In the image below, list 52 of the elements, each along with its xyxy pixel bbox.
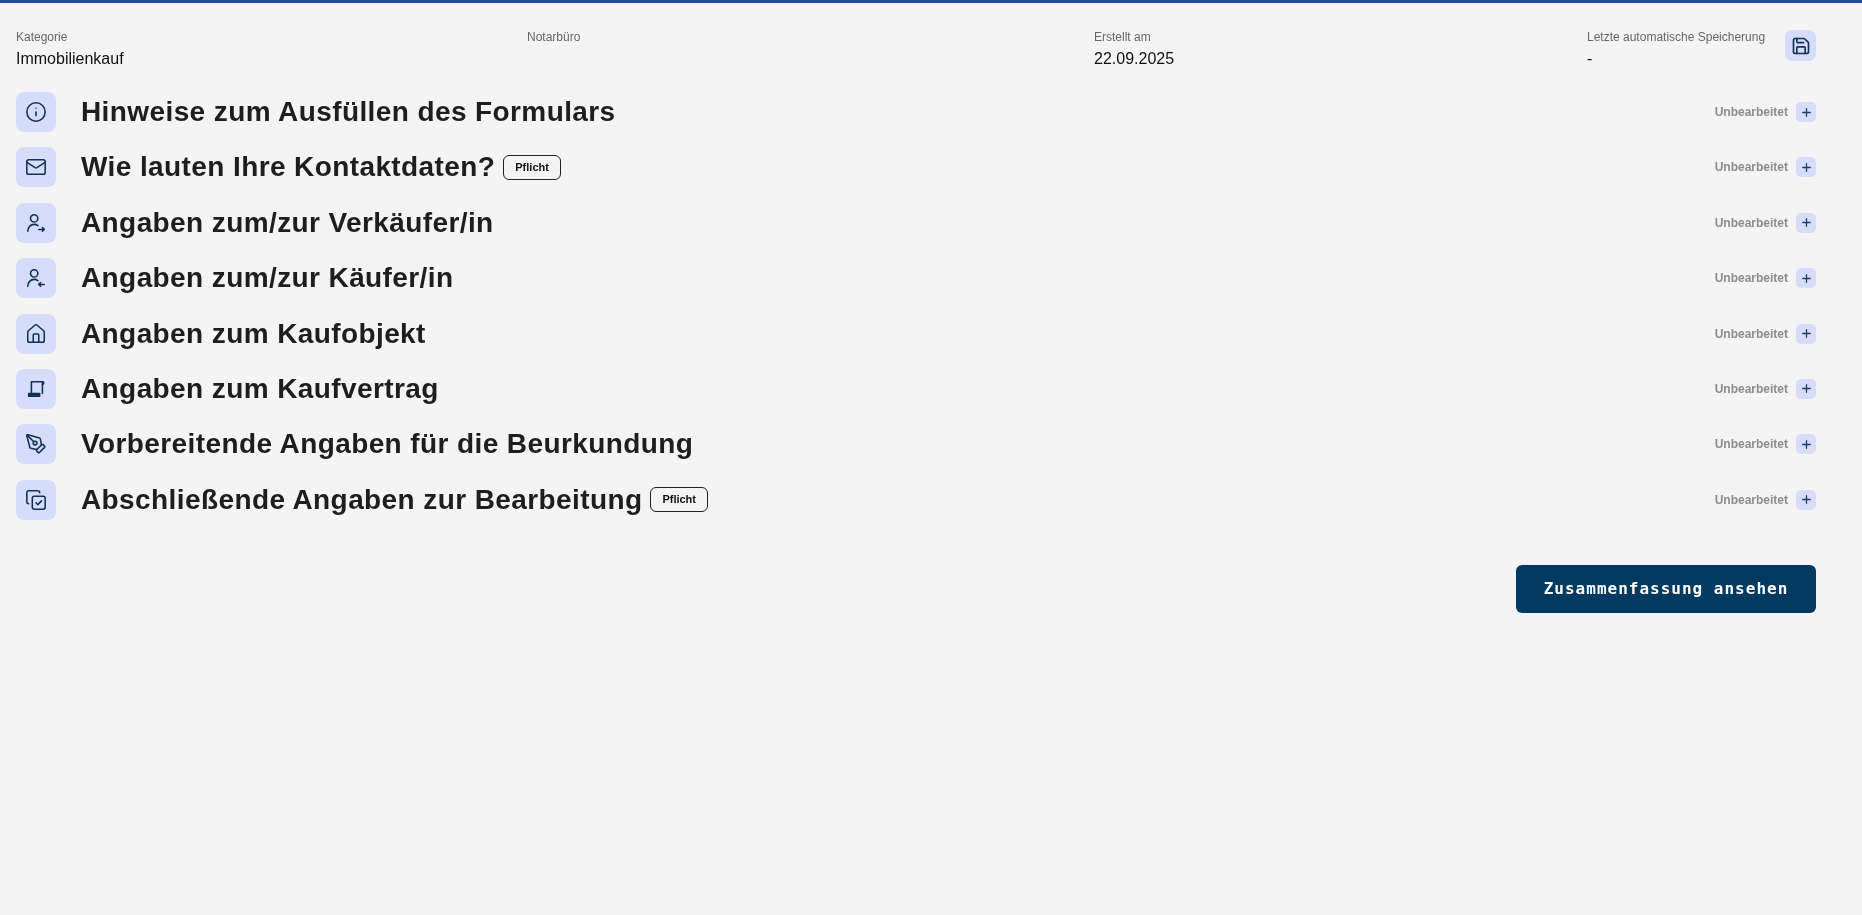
section-title[interactable]: Hinweise zum Ausfüllen des Formulars	[81, 96, 616, 128]
section-status: Unbearbeitet	[1714, 492, 1788, 507]
plus-icon	[1799, 271, 1813, 285]
expand-button[interactable]	[1796, 102, 1816, 122]
field-label: Erstellt am	[1094, 30, 1152, 44]
section-title[interactable]: Angaben zum/zur Käufer/in	[81, 262, 454, 295]
section-title[interactable]: Angaben zum Kaufvertrag	[81, 372, 439, 405]
section-title[interactable]: Angaben zum/zur Verkäufer/in	[81, 206, 494, 239]
section-title[interactable]: Abschließende Angaben zur Bearbeitung	[81, 483, 643, 516]
plus-icon	[1799, 160, 1813, 174]
section-title[interactable]: Vorbereitende Angaben für die Beurkundung	[81, 428, 694, 461]
plus-icon	[1799, 216, 1813, 230]
required-badge: Pflicht	[650, 487, 708, 513]
section-status: Unbearbeitet	[1714, 160, 1788, 175]
section-status: Unbearbeitet	[1714, 215, 1788, 230]
section-status: Unbearbeitet	[1714, 271, 1788, 286]
field-value: 22.09.2025	[1094, 49, 1176, 68]
expand-button[interactable]	[1796, 212, 1816, 233]
section-title[interactable]: Wie lauten Ihre Kontaktdaten?	[81, 151, 496, 184]
field-label: Kategorie	[16, 30, 69, 44]
save-icon	[1790, 35, 1811, 56]
required-badge: Pflicht	[503, 154, 561, 180]
section-status: Unbearbeitet	[1714, 326, 1788, 341]
summary-button[interactable]: Zusammenfassung ansehen	[1516, 564, 1816, 613]
field-value: -	[1587, 49, 1594, 68]
section-status: Unbearbeitet	[1714, 437, 1788, 452]
plus-icon	[1799, 105, 1813, 119]
field-label: Notarbüro	[527, 30, 582, 44]
plus-icon	[1799, 493, 1813, 507]
save-button[interactable]	[1785, 30, 1816, 61]
person-arrow-right-icon	[16, 202, 56, 243]
expand-button[interactable]	[1796, 268, 1816, 289]
plus-icon	[1799, 382, 1813, 396]
section-status: Unbearbeitet	[1714, 381, 1788, 396]
person-arrow-left-icon	[16, 258, 56, 299]
field-value: Immobilienkauf	[16, 49, 125, 68]
plus-icon	[1799, 437, 1813, 451]
section-status: Unbearbeitet	[1714, 105, 1788, 119]
pen-nib-icon	[16, 424, 56, 465]
expand-button[interactable]	[1796, 378, 1816, 399]
plus-icon	[1799, 327, 1813, 341]
house-icon	[16, 313, 56, 354]
mail-icon	[16, 147, 56, 188]
section-title[interactable]: Angaben zum Kaufobjekt	[81, 317, 426, 350]
copy-check-icon	[16, 479, 56, 520]
expand-button[interactable]	[1796, 489, 1816, 510]
scroll-icon	[16, 368, 56, 409]
expand-button[interactable]	[1796, 434, 1816, 455]
field-label: Letzte automatische Speicherung	[1587, 30, 1766, 44]
expand-button[interactable]	[1796, 323, 1816, 344]
info-icon	[16, 92, 56, 132]
expand-button[interactable]	[1796, 157, 1816, 178]
